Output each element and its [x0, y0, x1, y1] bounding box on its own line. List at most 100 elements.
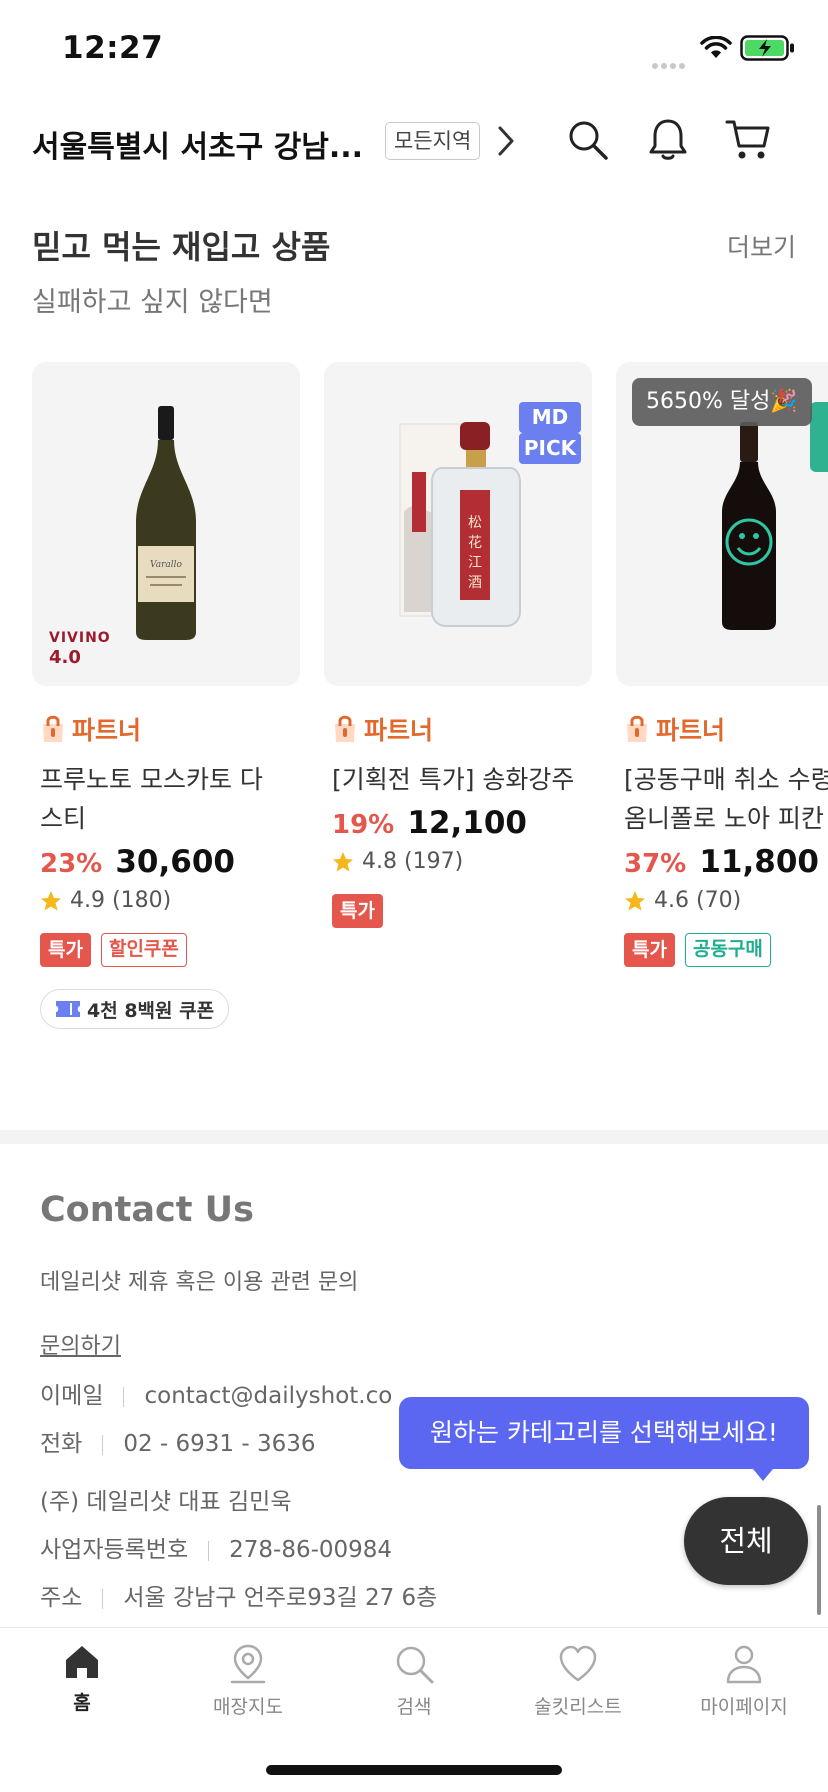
coupon-text: 4천 8백원 쿠폰	[87, 999, 215, 1022]
location-text[interactable]: 서울특별시 서초구 강남...	[32, 122, 363, 166]
address-row: 주소 서울 강남구 언주로93길 27 6층	[40, 1578, 437, 1612]
rating-value: 4.6	[654, 888, 689, 913]
special-price-tag: 특가	[332, 894, 383, 928]
biz-value: 278-86-00984	[229, 1537, 393, 1563]
biz-label: 사업자등록번호	[40, 1537, 189, 1563]
tag-row: 특가 할인쿠폰	[32, 933, 300, 967]
special-price-tag: 특가	[40, 933, 91, 967]
svg-text:Varallo: Varallo	[150, 560, 182, 570]
shopping-bag-icon	[43, 715, 63, 742]
product-image[interactable]: 松 花 江 酒 MD PICK	[324, 362, 592, 686]
search-icon[interactable]	[566, 118, 610, 162]
contact-section: Contact Us 데일리샷 제휴 혹은 이용 관련 문의 문의하기 이메일 c…	[40, 1190, 800, 1611]
tab-store-map[interactable]: 매장지도	[178, 1642, 318, 1719]
person-icon	[726, 1645, 762, 1684]
phone-row: 전화 02 - 6931 - 3636	[40, 1424, 316, 1458]
discount-rate: 19%	[332, 810, 395, 840]
product-name-line: [공동구매 취소 수령	[624, 765, 828, 794]
email-label: 이메일	[40, 1383, 104, 1409]
product-name-line: [기획전 특가] 송화강주	[332, 765, 575, 794]
star-icon	[625, 890, 645, 910]
scrollbar[interactable]	[817, 1505, 821, 1615]
partner-text: 파트너	[656, 716, 726, 745]
vivino-label: VIVINO	[49, 630, 111, 646]
bell-icon[interactable]	[646, 116, 690, 162]
star-icon	[333, 851, 353, 871]
review-count: (70)	[696, 888, 742, 913]
product-name-line: 프루노토 모스카토 다	[40, 765, 263, 794]
tab-home[interactable]: 홈	[12, 1642, 152, 1715]
product-carousel[interactable]: Varallo VIVINO 4.0 파트너 프루노토 모스카토 다 스티 23…	[0, 362, 828, 1062]
price-row: 23% 30,600	[32, 844, 300, 880]
tab-label: 술킷리스트	[534, 1696, 622, 1718]
email-value[interactable]: contact@dailyshot.co	[144, 1383, 392, 1409]
discount-coupon-tag: 할인쿠폰	[100, 933, 187, 967]
region-select-button[interactable]: 모든지역	[385, 122, 481, 160]
rating-row: 4.6 (70)	[616, 888, 828, 913]
product-card[interactable]: Varallo VIVINO 4.0 파트너 프루노토 모스카토 다 스티 23…	[32, 362, 300, 1029]
tab-label: 검색	[396, 1696, 432, 1718]
company-text: (주) 데일리샷 대표 김민욱	[40, 1489, 292, 1515]
shopping-bag-icon	[335, 715, 355, 742]
rating-value: 4.8	[362, 849, 397, 874]
phone-value[interactable]: 02 - 6931 - 3636	[123, 1431, 315, 1457]
inquiry-link[interactable]: 문의하기	[40, 1328, 121, 1360]
partner-label: 파트너	[616, 712, 828, 746]
partner-label: 파트너	[32, 712, 300, 746]
address-label: 주소	[40, 1585, 83, 1611]
special-price-tag: 특가	[624, 933, 675, 967]
rating-row: 4.8 (197)	[324, 849, 592, 874]
product-name[interactable]: 프루노토 모스카토 다 스티	[32, 760, 300, 838]
svg-text:江: 江	[468, 555, 482, 571]
shopping-bag-icon	[627, 715, 647, 742]
tab-search[interactable]: 검색	[344, 1642, 484, 1719]
review-count: (197)	[404, 849, 464, 874]
price: 12,100	[407, 805, 527, 841]
section-subtitle: 실패하고 싶지 않다면	[32, 287, 273, 318]
tab-wishlist[interactable]: 술킷리스트	[508, 1642, 648, 1719]
status-time: 12:27	[62, 30, 164, 66]
tab-my-page[interactable]: 마이페이지	[674, 1642, 814, 1719]
product-name-line: 스티	[40, 804, 87, 833]
price-row: 19% 12,100	[324, 805, 592, 841]
signal-icon	[652, 54, 688, 73]
svg-text:花: 花	[468, 535, 482, 551]
company-row: (주) 데일리샷 대표 김민욱	[40, 1482, 291, 1516]
heart-icon	[559, 1645, 597, 1682]
home-indicator	[266, 1765, 562, 1775]
biz-number-row: 사업자등록번호 278-86-00984	[40, 1530, 392, 1564]
star-icon	[41, 890, 61, 910]
md-pick-line: PICK	[519, 433, 581, 464]
tag-row: 특가 공동구매	[616, 933, 828, 967]
product-card[interactable]: 松 花 江 酒 MD PICK 파트너 [기획전 특가] 송화강주 19% 12…	[324, 362, 592, 928]
more-button[interactable]: 더보기	[727, 228, 796, 264]
vivino-rating: VIVINO 4.0	[49, 630, 111, 668]
rating-value: 4.9	[70, 888, 105, 913]
svg-text:酒: 酒	[468, 575, 482, 591]
coupon-chip[interactable]: 4천 8백원 쿠폰	[40, 989, 230, 1029]
price-row: 37% 11,800	[616, 844, 828, 880]
group-buy-tag: 공동구매	[684, 933, 771, 967]
discount-rate: 37%	[624, 849, 687, 879]
product-name-line: 옴니폴로 노아 피칸	[624, 804, 824, 833]
email-row: 이메일 contact@dailyshot.co	[40, 1376, 392, 1410]
partner-text: 파트너	[72, 716, 142, 745]
section-title: 믿고 먹는 재입고 상품	[32, 228, 331, 266]
restock-section-header: 믿고 먹는 재입고 상품 실패하고 싶지 않다면 더보기	[32, 222, 796, 318]
all-categories-button[interactable]: 전체	[684, 1497, 808, 1585]
product-image[interactable]: 5650% 달성🎉	[616, 362, 828, 686]
cart-icon[interactable]	[724, 116, 772, 162]
status-bar: 12:27	[0, 0, 828, 100]
product-name[interactable]: [기획전 특가] 송화강주	[324, 760, 592, 799]
product-image[interactable]: Varallo VIVINO 4.0	[32, 362, 300, 686]
address-value: 서울 강남구 언주로93길 27 6층	[123, 1585, 438, 1611]
phone-label: 전화	[40, 1431, 83, 1457]
md-pick-line: MD	[519, 402, 581, 433]
product-name[interactable]: [공동구매 취소 수령 옴니폴로 노아 피칸	[616, 760, 828, 838]
product-card[interactable]: 5650% 달성🎉 파트너 [공동구매 취소 수령 옴니폴로 노아 피칸 37%…	[616, 362, 828, 967]
tab-label: 매장지도	[213, 1696, 283, 1718]
tag-row: 특가	[324, 894, 592, 928]
chevron-right-icon[interactable]	[496, 124, 516, 158]
home-icon	[66, 1646, 98, 1678]
tab-label: 마이페이지	[700, 1696, 788, 1718]
